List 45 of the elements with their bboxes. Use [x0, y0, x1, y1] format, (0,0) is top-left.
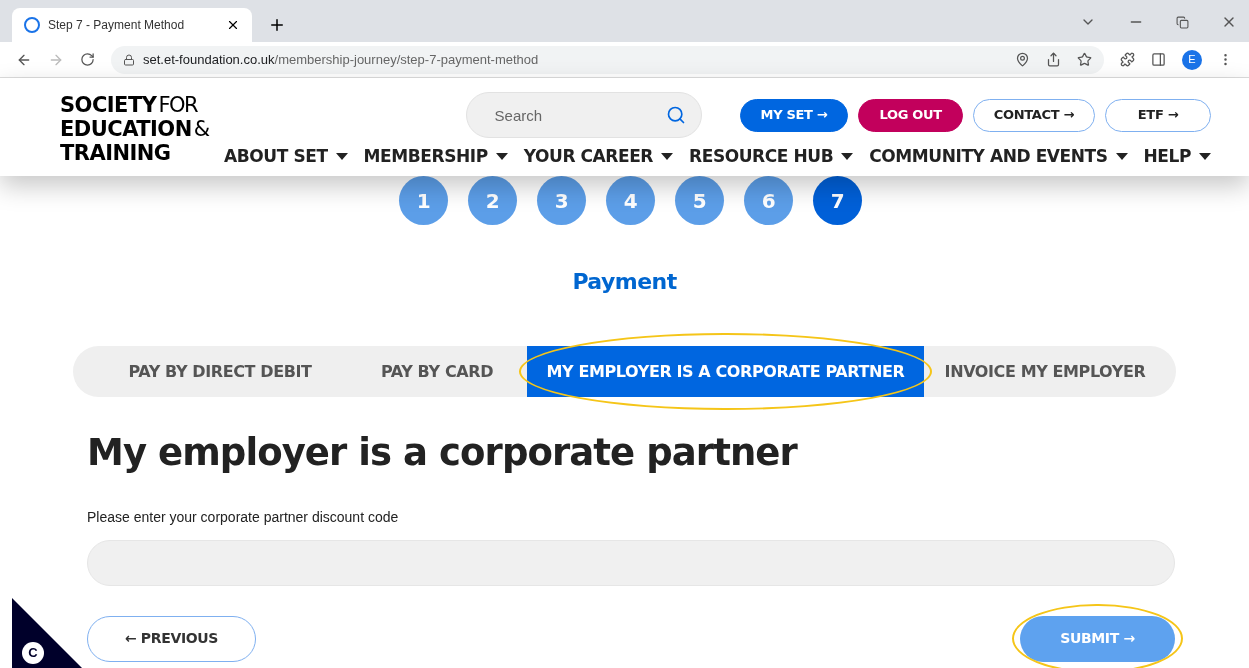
url-text: set.et-foundation.co.uk/membership-journey/step-7-payment-method — [143, 50, 539, 69]
lock-icon — [123, 53, 135, 66]
payment-tab[interactable]: INVOICE MY EMPLOYER — [924, 346, 1166, 397]
address-bar[interactable]: set.et-foundation.co.uk/membership-journey/step-7-payment-method — [111, 45, 1104, 74]
nav-menu-item[interactable]: YOUR CAREER — [523, 144, 674, 170]
payment-tab[interactable]: PAY BY DIRECT DEBIT — [93, 346, 347, 397]
nav-menu-item[interactable]: MEMBERSHIP — [363, 144, 508, 170]
profile-avatar[interactable]: E — [1182, 49, 1202, 70]
header-button[interactable]: LOG OUT — [858, 98, 963, 132]
tab-title: Step 7 - Payment Method — [48, 17, 186, 34]
header-button[interactable]: ETF → — [1105, 98, 1211, 132]
field-label: Please enter your corporate partner discount code — [87, 507, 400, 527]
caret-icon — [495, 153, 508, 161]
nav-menu-item[interactable]: HELP — [1143, 144, 1211, 170]
search-icon[interactable] — [665, 105, 686, 125]
site-logo[interactable]: SOCIETYFOR EDUCATION& TRAINING — [60, 78, 209, 176]
close-icon[interactable] — [226, 18, 240, 32]
previous-button[interactable]: ← PREVIOUS — [87, 615, 256, 662]
location-icon[interactable] — [1015, 52, 1030, 67]
payment-tab[interactable]: MY EMPLOYER IS A CORPORATE PARTNER — [527, 346, 924, 397]
caret-icon — [1199, 153, 1211, 161]
site-icon — [24, 17, 40, 33]
restore-icon[interactable] — [1176, 15, 1189, 29]
discount-code-field[interactable] — [87, 539, 1175, 586]
nav-menu-item[interactable]: COMMUNITY AND EVENTS — [869, 144, 1128, 170]
caret-icon — [335, 153, 348, 161]
new-tab-icon[interactable] — [268, 16, 286, 34]
reload-icon[interactable] — [80, 52, 95, 67]
search-field[interactable]: Search — [465, 92, 702, 138]
payment-tab[interactable]: PAY BY CARD — [347, 346, 527, 397]
caret-icon — [1115, 153, 1128, 161]
header-button[interactable]: CONTACT → — [972, 98, 1095, 132]
caret-icon — [661, 153, 674, 161]
nav-menu-item[interactable]: RESOURCE HUB — [689, 144, 854, 170]
star-icon[interactable] — [1077, 52, 1092, 67]
cookie-badge[interactable]: C — [12, 598, 82, 668]
side-panel-icon[interactable] — [1151, 52, 1166, 67]
header-button[interactable]: MY SET → — [739, 98, 849, 132]
share-icon[interactable] — [1046, 52, 1061, 67]
browser-tab[interactable]: Step 7 - Payment Method — [12, 8, 252, 42]
caret-icon — [841, 153, 854, 161]
page-heading: My employer is a corporate partner — [87, 430, 799, 476]
section-title: Payment — [572, 268, 677, 296]
extensions-icon[interactable] — [1120, 52, 1135, 67]
nav-menu-item[interactable]: ABOUT SET — [224, 144, 348, 170]
